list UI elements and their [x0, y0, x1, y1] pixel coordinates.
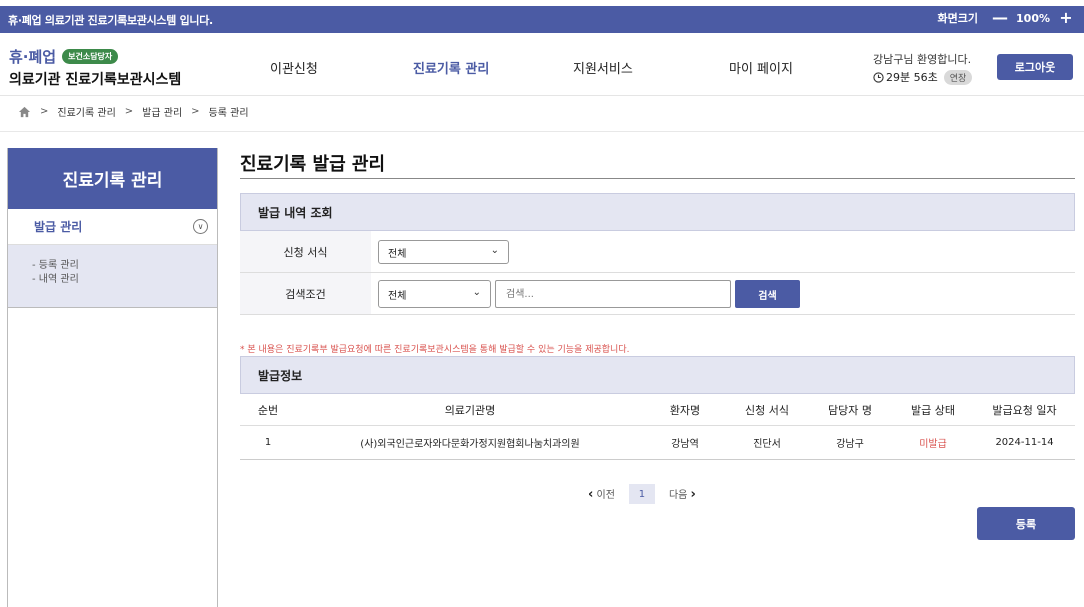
form-type-select[interactable]: 전체 ⌄ [378, 240, 509, 264]
site-header: 휴·폐업 보건소담당자 의료기관 진료기록보관시스템 이관신청 진료기록 관리 … [0, 33, 1084, 96]
role-badge: 보건소담당자 [62, 49, 119, 64]
user-info: 강남구님 환영합니다. 29분 56초 연장 [873, 51, 973, 85]
search-condition-select-value: 전체 [388, 290, 407, 302]
sidebar: 진료기록 관리 발급 관리 ∨ - 등록 관리 - 내역 관리 [7, 148, 218, 607]
form-type-select-value: 전체 [388, 248, 407, 260]
search-condition-label: 검색조건 [240, 273, 371, 314]
sidebar-submenu: - 등록 관리 - 내역 관리 [8, 245, 217, 308]
sidebar-item-issue-management[interactable]: 발급 관리 ∨ [8, 209, 217, 245]
column-header: 담당자 명 [808, 395, 892, 426]
zoom-value: 100% [1016, 11, 1050, 25]
form-type-row: 신청 서식 전체 ⌄ [240, 231, 1075, 273]
notice-text: * 본 내용은 진료기록부 발급요청에 따른 진료기록보관시스템을 통해 발급할… [240, 345, 630, 355]
chevron-right-icon: › [690, 487, 696, 502]
cell-manager: 강남구 [808, 425, 892, 460]
breadcrumb-item[interactable]: 등록 관리 [209, 104, 249, 119]
brand-main-title: 의료기관 진료기록보관시스템 [9, 72, 182, 88]
chevron-down-icon[interactable]: ∨ [193, 219, 208, 234]
search-condition-select[interactable]: 전체 ⌄ [378, 280, 491, 308]
chevron-down-icon: ⌄ [472, 287, 481, 298]
brand-sub-title: 휴·폐업 [9, 48, 57, 66]
breadcrumb-divider [0, 131, 1084, 132]
form-type-label: 신청 서식 [240, 231, 371, 272]
result-table: 순번 의료기관명 환자명 신청 서식 담당자 명 발급 상태 발급요청 일자 1… [240, 395, 1075, 460]
column-header: 발급요청 일자 [974, 395, 1075, 426]
session-timer: 29분 56초 [886, 71, 938, 84]
zoom-in-button[interactable]: + [1058, 9, 1074, 27]
column-header: 환자명 [644, 395, 726, 426]
page-number[interactable]: 1 [628, 484, 655, 504]
breadcrumb: > 진료기록 관리 > 발급 관리 > 등록 관리 [18, 104, 249, 119]
gnb-support-service[interactable]: 지원서비스 [573, 58, 633, 77]
column-header: 순번 [240, 395, 296, 426]
prev-page-button[interactable]: ‹ 이전 [588, 486, 615, 502]
zoom-control: 화면크기 — 100% + [938, 9, 1074, 27]
next-page-button[interactable]: 다음 › [669, 486, 696, 502]
sidebar-subitem-register[interactable]: - 등록 관리 [32, 259, 217, 273]
column-header: 신청 서식 [726, 395, 808, 426]
top-notice-bar: 휴·폐업 의료기관 진료기록보관시스템 입니다. 화면크기 — 100% + [0, 0, 1084, 33]
cell-issue-status: 미발급 [892, 425, 974, 460]
table-header-row: 순번 의료기관명 환자명 신청 서식 담당자 명 발급 상태 발급요청 일자 [240, 395, 1075, 426]
system-notice: 휴·폐업 의료기관 진료기록보관시스템 입니다. [8, 14, 213, 27]
result-panel-title: 발급정보 [240, 356, 1075, 394]
zoom-label: 화면크기 [937, 12, 979, 25]
extend-session-button[interactable]: 연장 [943, 69, 973, 85]
gnb-my-page[interactable]: 마이 페이지 [729, 58, 793, 77]
cell-form-type: 진단서 [726, 425, 808, 460]
column-header: 발급 상태 [892, 395, 974, 426]
cell-request-date: 2024-11-14 [974, 425, 1075, 460]
home-icon[interactable] [18, 106, 31, 118]
search-button[interactable]: 검색 [735, 280, 800, 308]
next-page-label: 다음 [668, 490, 688, 501]
prev-page-label: 이전 [596, 490, 615, 501]
breadcrumb-separator-icon: > [124, 106, 134, 117]
zoom-out-button[interactable]: — [992, 9, 1008, 27]
column-header: 의료기관명 [296, 395, 644, 426]
title-divider [240, 178, 1075, 179]
chevron-down-icon: ⌄ [490, 245, 499, 256]
breadcrumb-separator-icon: > [191, 106, 200, 117]
sidebar-item-label: 발급 관리 [34, 220, 83, 234]
breadcrumb-item[interactable]: 진료기록 관리 [57, 104, 115, 119]
gnb-records-management[interactable]: 진료기록 관리 [413, 58, 489, 77]
breadcrumb-separator-icon: > [40, 106, 49, 117]
page-title: 진료기록 발급 관리 [240, 154, 386, 175]
cell-seq: 1 [240, 425, 296, 460]
sidebar-subitem-history[interactable]: - 내역 관리 [32, 273, 217, 287]
cell-patient: 강남역 [644, 425, 726, 460]
logout-button[interactable]: 로그아웃 [997, 54, 1073, 80]
register-button[interactable]: 등록 [977, 507, 1075, 540]
user-greeting: 강남구님 환영합니다. [873, 53, 972, 66]
search-input[interactable] [495, 280, 731, 308]
sidebar-title: 진료기록 관리 [8, 148, 217, 209]
table-row[interactable]: 1 (사)외국인근로자와다문화가정지원협회나눔치과의원 강남역 진단서 강남구 … [240, 425, 1075, 460]
brand-logo[interactable]: 휴·폐업 보건소담당자 의료기관 진료기록보관시스템 [9, 46, 181, 89]
gnb-transfer-request[interactable]: 이관신청 [270, 58, 318, 77]
chevron-left-icon: ‹ [588, 487, 594, 502]
search-panel-title: 발급 내역 조회 [240, 193, 1075, 231]
cell-institution: (사)외국인근로자와다문화가정지원협회나눔치과의원 [296, 425, 644, 460]
clock-icon [873, 71, 884, 83]
search-condition-row: 검색조건 전체 ⌄ 검색 [240, 273, 1075, 315]
breadcrumb-item[interactable]: 발급 관리 [142, 104, 182, 119]
pagination: ‹ 이전 1 다음 › [588, 484, 696, 504]
